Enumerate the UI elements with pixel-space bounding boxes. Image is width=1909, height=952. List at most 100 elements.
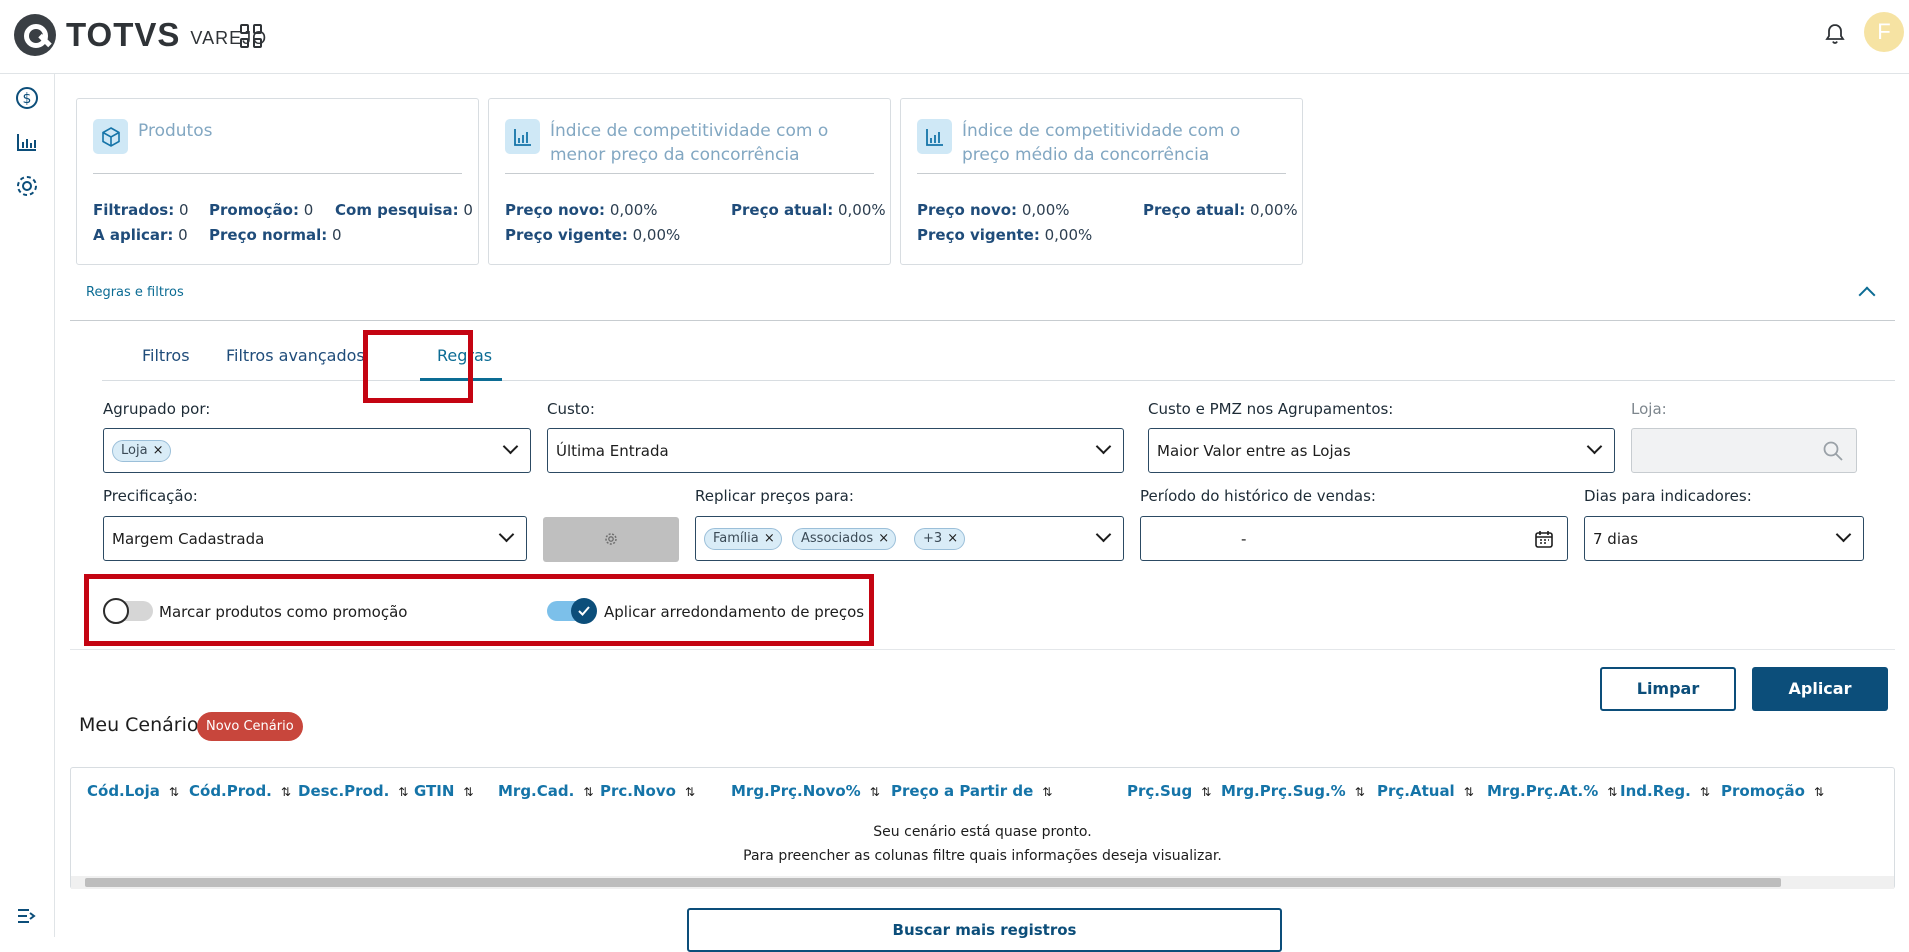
rounding-toggle[interactable] <box>547 598 597 624</box>
column-header[interactable]: Cód.Prod. ⇅ <box>189 782 291 800</box>
cube-icon <box>93 119 128 154</box>
tab-filtros-avancados[interactable]: Filtros avançados <box>226 346 365 365</box>
search-icon[interactable] <box>1822 440 1844 462</box>
notification-bell-icon[interactable] <box>1823 22 1847 46</box>
rounding-toggle-label: Aplicar arredondamento de preços <box>604 603 865 621</box>
column-header[interactable]: Cód.Loja ⇅ <box>87 782 179 800</box>
replicar-select[interactable]: Família × Associados × +3 × <box>695 516 1124 561</box>
chip-familia[interactable]: Família × <box>704 528 782 550</box>
dollar-icon[interactable]: $ <box>13 84 41 112</box>
periodo-date-range[interactable]: - <box>1140 516 1568 561</box>
expand-menu-icon[interactable] <box>15 904 39 928</box>
clear-button[interactable]: Limpar <box>1600 667 1736 711</box>
top-bar: TOTVS VAREJO F <box>0 0 1909 74</box>
dias-label: Dias para indicadores: <box>1584 487 1752 505</box>
main-content: Produtos Filtrados: 0 Promoção: 0 Com pe… <box>56 74 1909 952</box>
chevron-up-icon[interactable] <box>1858 286 1876 304</box>
stat-preco-novo: Preço novo: 0,00% <box>505 201 658 219</box>
gear-icon <box>605 533 617 545</box>
dias-select[interactable]: 7 dias <box>1584 516 1864 561</box>
horizontal-scrollbar[interactable] <box>71 876 1894 889</box>
empty-state-line1: Seu cenário está quase pronto. <box>873 824 1092 840</box>
custo-label: Custo: <box>547 400 595 418</box>
app-grid-icon[interactable] <box>240 24 264 48</box>
card-title: Índice de competitividade com o preço mé… <box>962 121 1241 165</box>
chip-more[interactable]: +3 × <box>914 528 966 550</box>
agrupado-select[interactable]: Loja × <box>103 428 531 473</box>
rules-filters-accordion[interactable]: Regras e filtros <box>70 271 1895 321</box>
new-scenario-badge: Novo Cenário <box>197 712 303 741</box>
highlight-box-tab <box>363 330 473 403</box>
card-title: Produtos <box>138 121 213 141</box>
stat-preco-atual: Preço atual: 0,00% <box>731 201 886 219</box>
column-header[interactable]: GTIN ⇅ <box>414 782 473 800</box>
column-header[interactable]: Mrg.Prç.At.% ⇅ <box>1487 782 1617 800</box>
pricing-settings-button[interactable] <box>543 517 679 562</box>
table-header: Cód.Loja ⇅ Cód.Prod. ⇅ Desc.Prod. ⇅ GTIN ⇅ M… <box>71 768 1894 814</box>
stat-preco-normal: Preço normal: 0 <box>209 226 342 244</box>
column-header[interactable]: Ind.Reg. ⇅ <box>1620 782 1710 800</box>
stat-filtrados: Filtrados: 0 <box>93 201 189 219</box>
column-header[interactable]: Desc.Prod. ⇅ <box>298 782 408 800</box>
remove-chip-icon[interactable]: × <box>764 531 775 546</box>
precificacao-label: Precificação: <box>103 487 198 505</box>
section-divider <box>70 649 1895 650</box>
chip-associados[interactable]: Associados × <box>792 528 897 550</box>
card-produtos: Produtos Filtrados: 0 Promoção: 0 Com pe… <box>76 98 479 265</box>
sort-icon: ⇅ <box>398 785 409 799</box>
apply-button[interactable]: Aplicar <box>1752 667 1888 711</box>
loja-search-input[interactable] <box>1631 428 1857 473</box>
chevron-down-icon[interactable] <box>498 526 515 543</box>
column-header[interactable]: Preço a Partir de ⇅ <box>891 782 1052 800</box>
sort-icon: ⇅ <box>1354 785 1365 799</box>
card-indice-preco-medio: Índice de competitividade com o preço mé… <box>900 98 1303 265</box>
stat-preco-vigente: Preço vigente: 0,00% <box>505 226 681 244</box>
chevron-down-icon[interactable] <box>1095 526 1112 543</box>
user-avatar[interactable]: F <box>1864 12 1904 52</box>
promo-toggle[interactable] <box>103 598 153 624</box>
bar-chart-icon[interactable] <box>13 128 41 156</box>
toggle-knob <box>103 598 129 624</box>
settings-gear-icon[interactable] <box>13 172 41 200</box>
stat-preco-atual: Preço atual: 0,00% <box>1143 201 1298 219</box>
column-header[interactable]: Mrg.Prç.Sug.% ⇅ <box>1221 782 1365 800</box>
chevron-down-icon[interactable] <box>502 438 519 455</box>
remove-chip-icon[interactable]: × <box>947 531 958 546</box>
custo-select[interactable]: Última Entrada <box>547 428 1124 473</box>
chip-loja[interactable]: Loja × <box>112 440 171 462</box>
results-table: Cód.Loja ⇅ Cód.Prod. ⇅ Desc.Prod. ⇅ GTIN ⇅ M… <box>70 767 1895 889</box>
promo-toggle-label: Marcar produtos como promoção <box>159 603 408 621</box>
precificacao-select[interactable]: Margem Cadastrada <box>103 516 527 561</box>
card-divider <box>917 173 1286 174</box>
sort-icon: ⇅ <box>463 785 474 799</box>
periodo-label: Período do histórico de vendas: <box>1140 487 1376 505</box>
tab-filtros[interactable]: Filtros <box>142 346 190 365</box>
svg-text:$: $ <box>23 91 32 107</box>
brand-name: TOTVS <box>66 16 181 53</box>
column-header[interactable]: Prç.Sug ⇅ <box>1127 782 1211 800</box>
sort-icon: ⇅ <box>280 785 291 799</box>
remove-chip-icon[interactable]: × <box>153 443 164 458</box>
column-header[interactable]: Prc.Novo ⇅ <box>600 782 695 800</box>
card-indice-menor-preco: Índice de competitividade com o menor pr… <box>488 98 891 265</box>
chevron-down-icon[interactable] <box>1835 526 1852 543</box>
stat-a-aplicar: A aplicar: 0 <box>93 226 188 244</box>
column-header[interactable]: Mrg.Cad. ⇅ <box>498 782 593 800</box>
custo-pmz-value: Maior Valor entre as Lojas <box>1157 442 1351 460</box>
column-header[interactable]: Mrg.Prç.Novo% ⇅ <box>731 782 880 800</box>
chevron-down-icon[interactable] <box>1586 438 1603 455</box>
loja-label: Loja: <box>1631 400 1667 418</box>
custo-pmz-select[interactable]: Maior Valor entre as Lojas <box>1148 428 1615 473</box>
scrollbar-thumb[interactable] <box>85 878 1781 887</box>
sort-icon: ⇅ <box>1042 785 1053 799</box>
chevron-down-icon[interactable] <box>1095 438 1112 455</box>
replicar-label: Replicar preços para: <box>695 487 854 505</box>
totvs-logo[interactable]: TOTVS VAREJO <box>14 14 267 56</box>
dias-value: 7 dias <box>1593 530 1639 548</box>
remove-chip-icon[interactable]: × <box>878 531 889 546</box>
column-header[interactable]: Prç.Atual ⇅ <box>1377 782 1474 800</box>
column-header[interactable]: Promoção ⇅ <box>1721 782 1824 800</box>
custo-value: Última Entrada <box>556 442 669 460</box>
load-more-button[interactable]: Buscar mais registros <box>687 908 1282 952</box>
calendar-icon[interactable] <box>1533 528 1555 550</box>
